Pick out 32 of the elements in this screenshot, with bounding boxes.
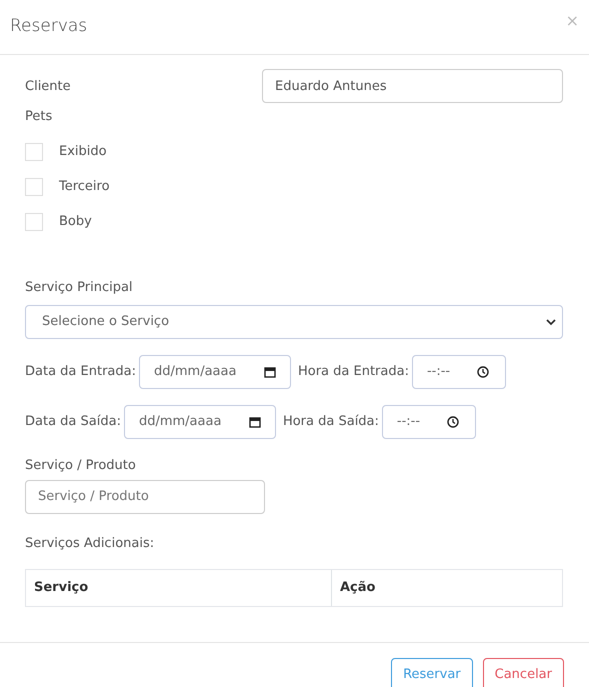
column-header: Serviço (33, 579, 90, 598)
field-label: Hora da Entrada: (298, 363, 409, 382)
field-label: Cliente (25, 78, 71, 96)
field-label: Serviço Principal (25, 278, 134, 296)
time-field[interactable]: --:-- (412, 355, 506, 389)
chevron-down-icon (546, 318, 556, 326)
submit-button[interactable]: Reservar (391, 658, 473, 687)
field-label: Data da Saída: (25, 413, 121, 432)
clock-icon (446, 416, 459, 428)
checkbox[interactable] (25, 143, 43, 161)
field-label: Data da Entrada: (25, 363, 136, 382)
field-label: Pets (25, 108, 54, 126)
checkbox[interactable] (25, 178, 43, 196)
product-field[interactable]: Serviço / Produto (25, 480, 265, 514)
checkbox-label: Exibido (59, 143, 107, 162)
field-label: Hora da Saída: (282, 413, 379, 432)
calendar-icon (248, 416, 261, 428)
client-field[interactable]: Eduardo Antunes (262, 69, 563, 103)
checkbox-label: Boby (59, 213, 92, 232)
time-field[interactable]: --:-- (382, 405, 476, 439)
date-field[interactable]: dd/mm/aaaa (138, 355, 291, 389)
service-select[interactable]: Selecione o Serviço (25, 305, 563, 339)
modal-title: Reservas (10, 15, 88, 38)
checkbox[interactable] (25, 213, 43, 231)
calendar-icon (264, 366, 276, 378)
section-label: Serviços Adicionais: (25, 534, 156, 552)
date-field[interactable]: dd/mm/aaaa (124, 405, 276, 439)
clock-icon (476, 366, 489, 378)
checkbox-label: Terceiro (59, 178, 110, 196)
column-header: Ação (331, 570, 562, 606)
field-label: Serviço / Produto (25, 457, 137, 475)
cancel-button[interactable]: Cancelar (482, 658, 564, 687)
